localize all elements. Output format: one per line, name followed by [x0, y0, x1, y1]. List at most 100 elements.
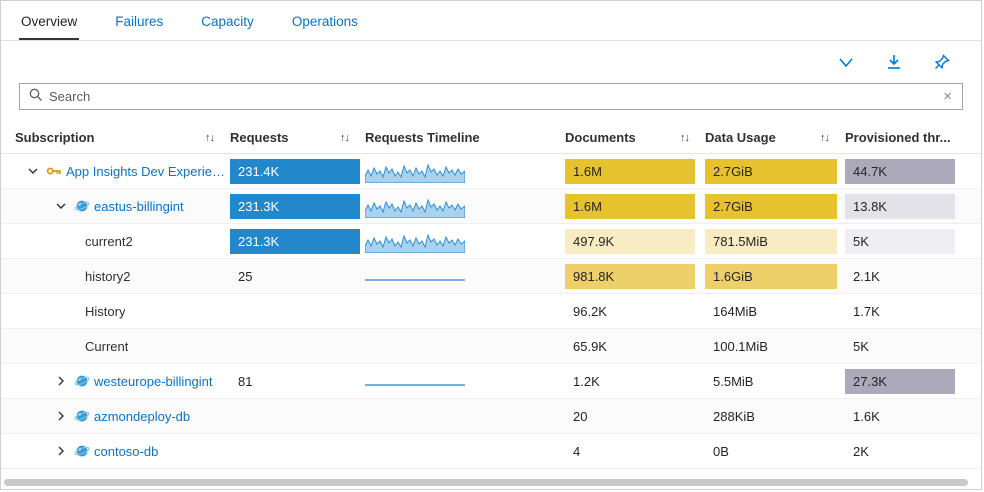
row-label[interactable]: azmondeploy-db	[94, 409, 190, 424]
sparkline-chart	[365, 159, 467, 183]
search-input[interactable]	[43, 89, 941, 104]
requests-value-bar: 231.3K	[230, 229, 360, 254]
row-label[interactable]: eastus-billingint	[94, 199, 184, 214]
row-type-icon	[73, 443, 91, 459]
key-icon	[46, 163, 62, 179]
requests-value-bar: 231.3K	[230, 194, 360, 219]
scrollbar-thumb[interactable]	[4, 479, 968, 486]
table-row: westeurope-billingint 81 1.2K 5.5MiB 27.…	[1, 364, 981, 399]
data-usage-cell: 288KiB	[705, 404, 845, 429]
requests-cell: 81	[230, 369, 365, 394]
subscription-cell: history2	[15, 269, 230, 284]
pin-icon[interactable]	[933, 53, 951, 71]
provisioned-value-bar: 5K	[845, 229, 955, 254]
search-box: ×	[19, 83, 963, 110]
expander-chevron-icon[interactable]	[25, 165, 41, 177]
requests-value-bar	[230, 404, 360, 429]
sparkline-chart	[365, 264, 467, 288]
cosmos-db-icon	[74, 443, 90, 459]
subscription-cell: App Insights Dev Experience	[15, 163, 230, 179]
provisioned-value-bar: 5K	[845, 334, 955, 359]
requests-cell: 231.3K	[230, 194, 365, 219]
data-usage-cell: 781.5MiB	[705, 229, 845, 254]
data-usage-cell: 1.6GiB	[705, 264, 845, 289]
column-label: Requests	[230, 130, 289, 145]
provisioned-throughput-cell: 5K	[845, 334, 967, 359]
provisioned-throughput-cell: 1.7K	[845, 299, 967, 324]
column-header-data-usage[interactable]: Data Usage ↑↓	[705, 130, 845, 145]
row-label[interactable]: contoso-db	[94, 444, 158, 459]
provisioned-value-bar: 1.6K	[845, 404, 955, 429]
requests-cell: 231.3K	[230, 229, 365, 254]
table-row: Current 65.9K 100.1MiB 5K	[1, 329, 981, 364]
row-type-icon	[45, 163, 63, 179]
documents-value-bar: 1.6M	[565, 194, 695, 219]
row-label[interactable]: App Insights Dev Experience	[66, 164, 230, 179]
data-usage-cell: 164MiB	[705, 299, 845, 324]
expander-chevron-icon[interactable]	[53, 375, 69, 387]
expander-chevron-icon[interactable]	[53, 445, 69, 457]
column-label: Subscription	[15, 130, 94, 145]
column-header-documents[interactable]: Documents ↑↓	[565, 130, 705, 145]
requests-timeline-cell	[365, 299, 565, 323]
table-row: contoso-db 4 0B 2K	[1, 434, 981, 469]
provisioned-value-bar: 2.1K	[845, 264, 955, 289]
tab-overview[interactable]: Overview	[19, 5, 79, 40]
search-clear-icon[interactable]: ×	[941, 88, 954, 105]
sparkline-chart	[365, 194, 467, 218]
row-label[interactable]: Current	[85, 339, 128, 354]
tab-operations[interactable]: Operations	[290, 5, 360, 40]
documents-value-bar: 981.8K	[565, 264, 695, 289]
documents-cell: 1.2K	[565, 369, 705, 394]
data-usage-value-bar: 5.5MiB	[705, 369, 837, 394]
sparkline-chart	[365, 299, 467, 323]
requests-timeline-cell	[365, 194, 565, 218]
table-row: current2 231.3K 497.9K 781.5MiB 5K	[1, 224, 981, 259]
data-usage-value-bar: 2.7GiB	[705, 194, 837, 219]
requests-timeline-cell	[365, 264, 565, 288]
table-body: App Insights Dev Experience 231.4K 1.6M …	[1, 154, 981, 469]
horizontal-scrollbar[interactable]	[4, 479, 978, 486]
expander-chevron-icon[interactable]	[53, 200, 69, 212]
column-header-subscription[interactable]: Subscription ↑↓	[15, 130, 230, 145]
data-usage-value-bar: 0B	[705, 439, 837, 464]
column-label: Documents	[565, 130, 636, 145]
search-icon	[28, 87, 43, 107]
requests-value-bar: 81	[230, 369, 360, 394]
table-header: Subscription ↑↓ Requests ↑↓ Requests Tim…	[1, 122, 981, 154]
sparkline-chart	[365, 229, 467, 253]
documents-value-bar: 65.9K	[565, 334, 695, 359]
documents-cell: 981.8K	[565, 264, 705, 289]
flat-sparkline	[365, 384, 465, 386]
documents-value-bar: 497.9K	[565, 229, 695, 254]
row-label[interactable]: current2	[85, 234, 133, 249]
documents-cell: 96.2K	[565, 299, 705, 324]
subscription-cell: current2	[15, 234, 230, 249]
data-usage-value-bar: 1.6GiB	[705, 264, 837, 289]
sort-icon: ↑↓	[205, 132, 214, 144]
tab-capacity[interactable]: Capacity	[199, 5, 256, 40]
requests-cell	[230, 299, 365, 324]
requests-cell	[230, 439, 365, 464]
data-usage-value-bar: 781.5MiB	[705, 229, 837, 254]
subscription-cell: Current	[15, 339, 230, 354]
row-label[interactable]: history2	[85, 269, 131, 284]
column-header-requests[interactable]: Requests ↑↓	[230, 130, 365, 145]
sparkline-chart	[365, 439, 467, 463]
row-label[interactable]: westeurope-billingint	[94, 374, 213, 389]
provisioned-value-bar: 44.7K	[845, 159, 955, 184]
column-header-requests-timeline[interactable]: Requests Timeline	[365, 130, 565, 145]
documents-value-bar: 4	[565, 439, 695, 464]
download-icon[interactable]	[885, 53, 903, 71]
column-header-provisioned-throughput[interactable]: Provisioned thr...	[845, 130, 967, 145]
data-usage-value-bar: 164MiB	[705, 299, 837, 324]
subscription-cell: contoso-db	[15, 443, 230, 459]
requests-value-bar	[230, 334, 360, 359]
expander-chevron-icon[interactable]	[53, 410, 69, 422]
table-row: azmondeploy-db 20 288KiB 1.6K	[1, 399, 981, 434]
tab-failures[interactable]: Failures	[113, 5, 165, 40]
requests-value-bar: 25	[230, 264, 360, 289]
row-label[interactable]: History	[85, 304, 125, 319]
subscription-cell: History	[15, 304, 230, 319]
chevron-down-icon[interactable]	[837, 53, 855, 71]
